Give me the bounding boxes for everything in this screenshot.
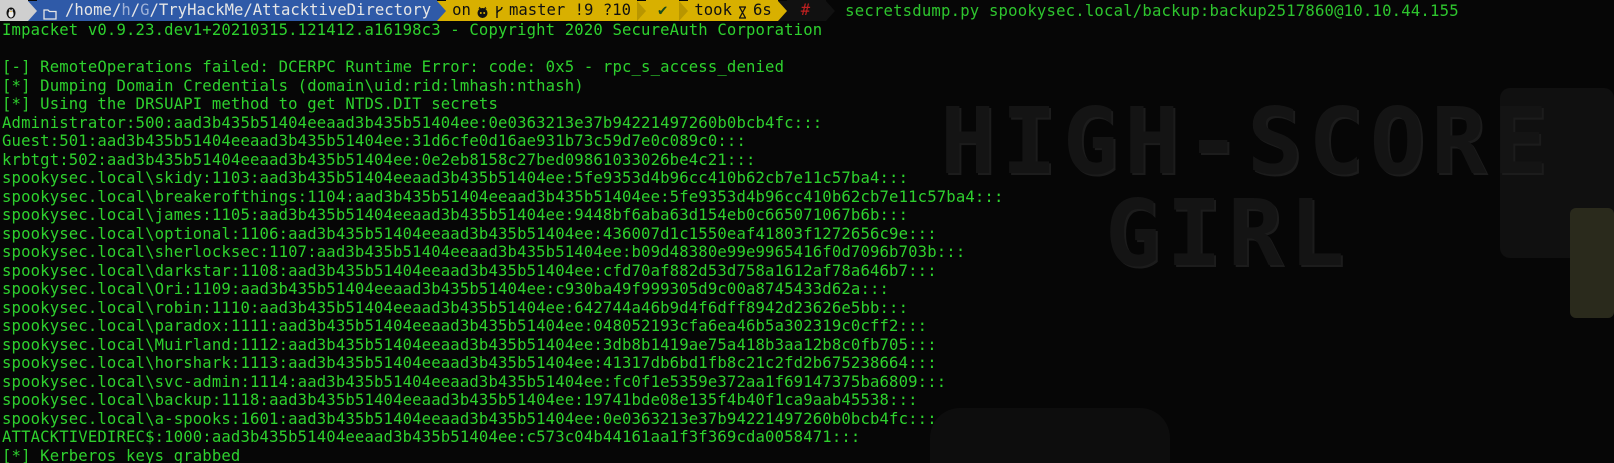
output-line: krbtgt:502:aad3b435b51404eeaad3b435b5140… bbox=[2, 150, 756, 169]
checkmark-icon: ✔ bbox=[658, 1, 668, 19]
git-branch-status: master !9 ?10 bbox=[508, 1, 632, 19]
prompt-separator bbox=[437, 0, 447, 21]
prompt-separator bbox=[637, 0, 647, 21]
took-label: took bbox=[694, 1, 732, 19]
prompt-separator bbox=[777, 0, 787, 21]
prompt-os-segment bbox=[0, 0, 28, 21]
prompt-separator bbox=[679, 0, 689, 21]
hourglass-icon bbox=[738, 4, 747, 19]
prompt-git-segment: on master !9 ?10 bbox=[446, 0, 638, 21]
output-line: spookysec.local\backup:1118:aad3b435b514… bbox=[2, 391, 918, 409]
output-line: Administrator:500:aad3b435b51404eeaad3b4… bbox=[2, 113, 823, 132]
output-line: spookysec.local\sherlocksec:1107:aad3b43… bbox=[2, 243, 966, 261]
output-line: spookysec.local\Muirland:1112:aad3b435b5… bbox=[2, 335, 937, 354]
output-line: spookysec.local\horshark:1113:aad3b435b5… bbox=[2, 354, 937, 372]
output-line: spookysec.local\darkstar:1108:aad3b435b5… bbox=[2, 261, 937, 280]
git-on-label: on bbox=[452, 1, 471, 19]
output-line: spookysec.local\a-spooks:1601:aad3b435b5… bbox=[2, 409, 937, 428]
output-line: spookysec.local\robin:1110:aad3b435b5140… bbox=[2, 298, 909, 317]
output-line: spookysec.local\breakerofthings:1104:aad… bbox=[2, 187, 1004, 206]
terminal-output: Impacket v0.9.23.dev1+20210315.121412.a1… bbox=[2, 21, 1612, 463]
output-line: [*] Dumping Domain Credentials (domain\u… bbox=[2, 76, 584, 95]
path-sep: / bbox=[130, 1, 141, 19]
prompt-status-segment: ✔ bbox=[646, 0, 680, 21]
tux-icon bbox=[4, 4, 18, 18]
prompt-separator bbox=[28, 0, 37, 21]
output-line: spookysec.local\svc-admin:1114:aad3b435b… bbox=[2, 372, 947, 391]
prompt-duration-segment: took 6s bbox=[688, 0, 778, 21]
branch-icon bbox=[494, 4, 504, 18]
output-line: spookysec.local\james:1105:aad3b435b5140… bbox=[2, 206, 909, 224]
path-abbrev-g: G bbox=[140, 1, 150, 19]
prompt-separator bbox=[826, 0, 836, 21]
output-line: spookysec.local\skidy:1103:aad3b435b5140… bbox=[2, 169, 909, 187]
output-line: spookysec.local\optional:1106:aad3b435b5… bbox=[2, 224, 937, 243]
prompt-path-segment: /home/h / G/TryHackMe/AttacktiveDirectory bbox=[37, 0, 438, 21]
output-line: spookysec.local\Ori:1109:aad3b435b51404e… bbox=[2, 280, 890, 298]
output-line: Impacket v0.9.23.dev1+20210315.121412.a1… bbox=[2, 21, 823, 39]
command-text[interactable]: secretsdump.py spookysec.local/backup:ba… bbox=[835, 2, 1459, 20]
took-value: 6s bbox=[752, 1, 772, 19]
root-hash: # bbox=[800, 1, 811, 19]
output-line: [*] Kerberos keys grabbed bbox=[2, 446, 241, 463]
github-icon bbox=[476, 4, 489, 18]
output-line: ATTACKTIVEDIREC$:1000:aad3b435b51404eeaa… bbox=[2, 428, 861, 446]
terminal-window[interactable]: HIGH-SCORE GIRL /home/h / G/TryHackMe/At… bbox=[0, 0, 1614, 463]
output-line: spookysec.local\paradox:1111:aad3b435b51… bbox=[2, 317, 928, 335]
path-rest: /TryHackMe/AttacktiveDirectory bbox=[149, 1, 432, 19]
output-line: [-] RemoteOperations failed: DCERPC Runt… bbox=[2, 58, 785, 76]
output-line: [*] Using the DRSUAPI method to get NTDS… bbox=[2, 95, 498, 113]
folder-icon bbox=[43, 5, 57, 20]
output-line: Guest:501:aad3b435b51404eeaad3b435b51404… bbox=[2, 132, 746, 150]
path-prefix: /home/ bbox=[65, 1, 122, 19]
prompt-root-segment: # bbox=[786, 0, 827, 21]
shell-prompt: /home/h / G/TryHackMe/AttacktiveDirectory … bbox=[0, 0, 1614, 21]
path-abbrev-h: h bbox=[121, 1, 131, 19]
